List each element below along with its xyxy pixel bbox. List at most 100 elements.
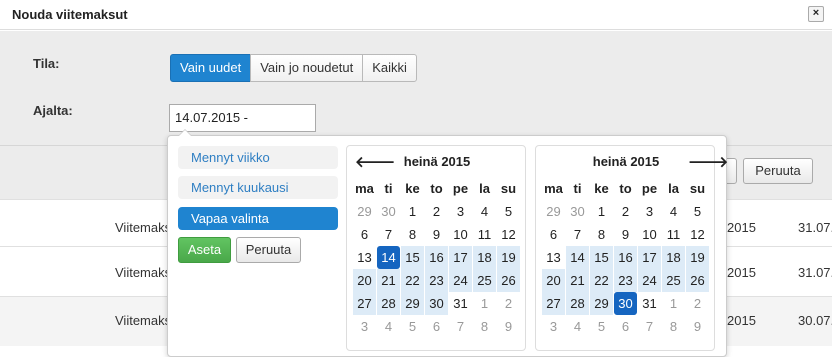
status-option-all[interactable]: Kaikki <box>362 54 417 82</box>
status-option-new[interactable]: Vain uudet <box>170 54 252 82</box>
calendar-day[interactable]: 13 <box>353 246 376 269</box>
calendar-day[interactable]: 31 <box>638 292 661 315</box>
calendar-day[interactable]: 23 <box>425 269 448 292</box>
calendar-day[interactable]: 9 <box>497 315 520 338</box>
calendar-day[interactable]: 30 <box>425 292 448 315</box>
table-row-date: 30.07. <box>798 313 832 328</box>
calendar-day[interactable]: 27 <box>542 292 565 315</box>
weekday-header: to <box>619 181 632 196</box>
apply-button[interactable]: Aseta <box>178 237 231 263</box>
calendar-day[interactable]: 29 <box>542 200 565 223</box>
calendar-day[interactable]: 30 <box>566 200 589 223</box>
calendar-day[interactable]: 15 <box>401 246 424 269</box>
calendar-day[interactable]: 29 <box>401 292 424 315</box>
calendar-day[interactable]: 14 <box>566 246 589 269</box>
calendar-day[interactable]: 11 <box>473 223 496 246</box>
calendar-day[interactable]: 8 <box>401 223 424 246</box>
calendar-day[interactable]: 10 <box>449 223 472 246</box>
calendar-day[interactable]: 24 <box>638 269 661 292</box>
calendar-day[interactable]: 21 <box>566 269 589 292</box>
calendar-day[interactable]: 19 <box>497 246 520 269</box>
calendar-day[interactable]: 9 <box>614 223 637 246</box>
status-option-fetched[interactable]: Vain jo noudetut <box>250 54 364 82</box>
calendar-day[interactable]: 7 <box>377 223 400 246</box>
picker-cancel-button[interactable]: Peruuta <box>236 237 301 263</box>
calendar-day[interactable]: 3 <box>353 315 376 338</box>
arrow-right-icon[interactable]: 🡒 <box>688 152 728 171</box>
calendar-day[interactable]: 1 <box>401 200 424 223</box>
calendar-day[interactable]: 23 <box>614 269 637 292</box>
calendar-day[interactable]: 5 <box>497 200 520 223</box>
calendar-day[interactable]: 7 <box>449 315 472 338</box>
calendar-day[interactable]: 15 <box>590 246 613 269</box>
calendar-day[interactable]: 22 <box>401 269 424 292</box>
calendar-day[interactable]: 7 <box>638 315 661 338</box>
calendar-day[interactable]: 25 <box>473 269 496 292</box>
calendar-day[interactable]: 5 <box>590 315 613 338</box>
calendar-day[interactable]: 26 <box>686 269 709 292</box>
calendar-day[interactable]: 29 <box>353 200 376 223</box>
cancel-button[interactable]: Peruuta <box>743 158 813 184</box>
calendar-day[interactable]: 8 <box>662 315 685 338</box>
close-icon[interactable]: × <box>808 6 824 22</box>
calendar-day[interactable]: 1 <box>590 200 613 223</box>
calendar-day[interactable]: 8 <box>473 315 496 338</box>
calendar-day[interactable]: 9 <box>425 223 448 246</box>
calendar-day[interactable]: 20 <box>542 269 565 292</box>
calendar-day[interactable]: 6 <box>614 315 637 338</box>
calendar-day[interactable]: 26 <box>497 269 520 292</box>
calendar-day[interactable]: 7 <box>566 223 589 246</box>
calendar-day[interactable]: 3 <box>542 315 565 338</box>
calendar-day[interactable]: 6 <box>425 315 448 338</box>
range-last-week[interactable]: Mennyt viikko <box>178 146 338 169</box>
calendar-day[interactable]: 5 <box>686 200 709 223</box>
calendar-day[interactable]: 4 <box>662 200 685 223</box>
calendar-day[interactable]: 13 <box>542 246 565 269</box>
calendar-day[interactable]: 25 <box>662 269 685 292</box>
range-last-month[interactable]: Mennyt kuukausi <box>178 176 338 199</box>
range-custom[interactable]: Vapaa valinta <box>178 207 338 230</box>
calendar-day[interactable]: 1 <box>662 292 685 315</box>
calendar-day[interactable]: 28 <box>377 292 400 315</box>
calendar-day[interactable]: 29 <box>590 292 613 315</box>
calendar-day[interactable]: 4 <box>377 315 400 338</box>
calendar-day[interactable]: 4 <box>566 315 589 338</box>
calendar-day[interactable]: 1 <box>473 292 496 315</box>
calendar-day[interactable]: 17 <box>449 246 472 269</box>
calendar-day[interactable]: 2 <box>686 292 709 315</box>
calendar-day[interactable]: 22 <box>590 269 613 292</box>
calendar-day[interactable]: 6 <box>542 223 565 246</box>
calendar-day[interactable]: 4 <box>473 200 496 223</box>
calendar-day[interactable]: 16 <box>425 246 448 269</box>
calendar-day[interactable]: 28 <box>566 292 589 315</box>
calendar-day[interactable]: 2 <box>425 200 448 223</box>
calendar-day[interactable]: 30 <box>614 292 637 315</box>
calendar-day[interactable]: 9 <box>686 315 709 338</box>
calendar-day[interactable]: 5 <box>401 315 424 338</box>
calendar-day[interactable]: 19 <box>686 246 709 269</box>
calendar-day[interactable]: 3 <box>449 200 472 223</box>
calendar-day[interactable]: 3 <box>638 200 661 223</box>
calendar-day[interactable]: 31 <box>449 292 472 315</box>
weekday-header: la <box>479 181 490 196</box>
calendar-day[interactable]: 8 <box>590 223 613 246</box>
calendar-day[interactable]: 14 <box>377 246 400 269</box>
calendar-day[interactable]: 12 <box>686 223 709 246</box>
calendar-day[interactable]: 21 <box>377 269 400 292</box>
calendar-day[interactable]: 18 <box>473 246 496 269</box>
period-input[interactable]: 14.07.2015 - 30.07.2015 <box>169 104 316 151</box>
calendar-day[interactable]: 16 <box>614 246 637 269</box>
calendar-day[interactable]: 11 <box>662 223 685 246</box>
calendar-day[interactable]: 12 <box>497 223 520 246</box>
calendar-day[interactable]: 18 <box>662 246 685 269</box>
calendar-day[interactable]: 10 <box>638 223 661 246</box>
calendar-day[interactable]: 27 <box>353 292 376 315</box>
calendar-day[interactable]: 24 <box>449 269 472 292</box>
calendar-day[interactable]: 20 <box>353 269 376 292</box>
calendar-day[interactable]: 30 <box>377 200 400 223</box>
calendar-day[interactable]: 2 <box>614 200 637 223</box>
calendar-day[interactable]: 17 <box>638 246 661 269</box>
table-row-date: 31.07. <box>798 265 832 280</box>
calendar-day[interactable]: 6 <box>353 223 376 246</box>
calendar-day[interactable]: 2 <box>497 292 520 315</box>
